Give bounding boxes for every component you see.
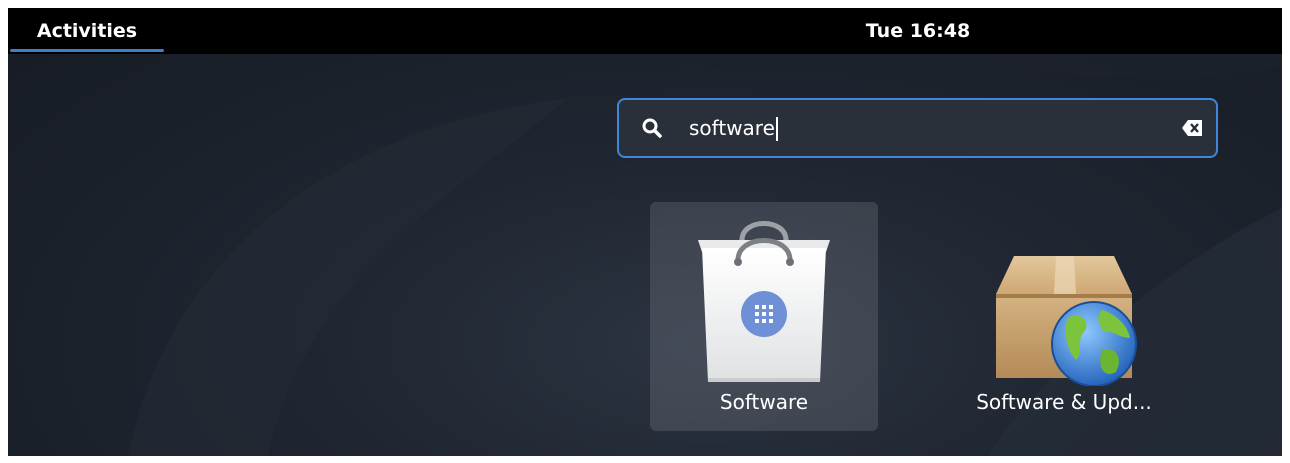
clear-text-icon[interactable]	[1182, 118, 1204, 138]
text-caret	[775, 116, 778, 141]
clock-button[interactable]: Tue 16:48	[828, 8, 1008, 54]
clock-label: Tue 16:48	[865, 20, 971, 42]
activities-active-indicator	[10, 49, 164, 52]
software-updates-box-globe-icon	[996, 256, 1137, 386]
software-bag-icon	[698, 221, 830, 382]
search-input-text[interactable]: software	[689, 100, 778, 156]
app-label-software-updates: Software & Upd...	[976, 390, 1152, 414]
activities-button[interactable]: Activities	[10, 8, 164, 54]
search-icon	[642, 118, 662, 138]
app-result-software[interactable]: Software	[650, 202, 878, 431]
activities-label: Activities	[36, 20, 138, 42]
top-bar: Activities Tue 16:48	[8, 8, 1282, 54]
search-entry[interactable]: software	[617, 98, 1218, 158]
app-result-software-updates[interactable]: Software & Upd...	[950, 202, 1178, 431]
activities-overview: Activities Tue 16:48 software Software S…	[8, 8, 1282, 456]
search-query: software	[689, 116, 775, 140]
app-label-software: Software	[719, 390, 809, 414]
